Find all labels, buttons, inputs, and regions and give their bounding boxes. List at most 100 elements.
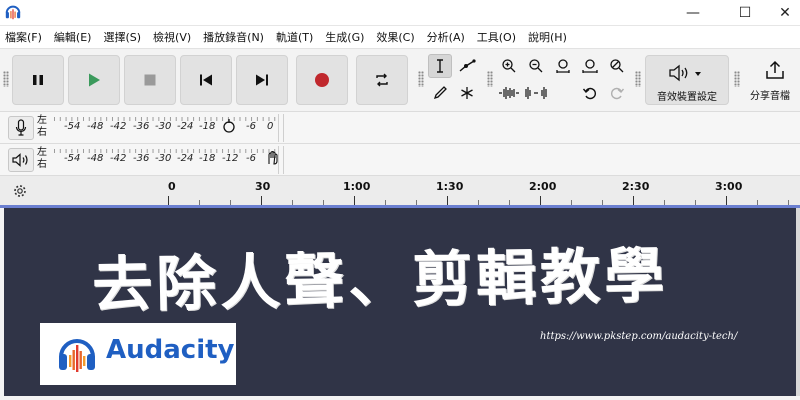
logo-text: Audacity [106,335,235,365]
playback-scale-label: -42 [110,153,127,164]
fit-project-icon [582,59,598,73]
playback-scale-label: -30 [155,153,172,164]
toolbar-grip[interactable] [635,71,641,87]
ruler-label: 2:00 [529,180,557,193]
draw-tool-icon [433,86,447,100]
banner-url: https://www.pkstep.com/audacity-tech/ [540,331,738,342]
menu-analyze[interactable]: 分析(A) [422,29,472,45]
stop-icon [144,74,156,86]
ruler-label: 2:30 [622,180,650,193]
share-audio-button[interactable]: 分享音檔 [742,55,800,105]
audio-setup-button[interactable]: 音效裝置設定 [645,55,729,105]
selection-tool-icon [437,59,443,73]
playback-scale-label: -48 [87,153,104,164]
ruler-label: 3:00 [715,180,743,193]
menu-generate[interactable]: 生成(G) [320,29,371,45]
minimize-button[interactable]: — [670,0,716,26]
audacity-logo-card: Audacity [40,323,236,385]
menu-tools[interactable]: 工具(O) [472,29,523,45]
record-scale-label: -48 [87,121,104,132]
speaker-icon [669,64,701,82]
meter-separator [278,146,284,174]
share-icon [766,60,784,79]
record-scale-label: -54 [64,121,81,132]
menu-edit[interactable]: 編輯(E) [49,29,99,45]
pause-button[interactable] [12,55,64,105]
ruler-label: 1:30 [436,180,464,193]
record-button[interactable] [296,55,348,105]
skip-to-start-button[interactable] [180,55,232,105]
loop-button[interactable] [356,55,408,105]
toolbar-grip[interactable] [3,71,9,87]
right-channel-label: 右 [37,127,47,138]
skip-to-start-icon [200,74,212,86]
record-scale-label: -6 [246,121,256,132]
record-scale-label: -30 [155,121,172,132]
selection-tool-button[interactable] [428,54,452,78]
menu-bar: 檔案(F) 編輯(E) 選擇(S) 檢視(V) 播放錄音(N) 軌道(T) 生成… [0,26,800,48]
trim-audio-button[interactable] [497,81,521,105]
skip-to-end-button[interactable] [236,55,288,105]
playback-scale-label: -18 [199,153,216,164]
tutorial-banner: 去除人聲、剪輯教學 https://www.pkstep.com/audacit… [4,208,796,396]
fit-selection-button[interactable] [551,54,575,78]
trim-icon [499,87,519,99]
record-scale-label: -42 [110,121,127,132]
playback-scale-label: -6 [246,153,256,164]
skip-to-end-icon [256,74,268,86]
toolbar-grip[interactable] [734,71,740,87]
play-button[interactable] [68,55,120,105]
playback-meter: 左 右 -54 -48 -42 -36 -30 -24 -18 -12 -6 [0,144,800,176]
fit-project-button[interactable] [578,54,602,78]
toolbar-grip[interactable] [487,71,493,87]
zoom-out-button[interactable] [524,54,548,78]
pause-icon [33,75,43,85]
redo-icon [611,87,625,100]
timeline-ruler[interactable]: 0 30 1:00 1:30 2:00 2:30 3:00 [0,176,800,206]
record-scale-label: 0 [267,121,274,132]
zoom-out-icon [529,59,543,73]
undo-icon [582,87,596,100]
vertical-scrollbar[interactable] [796,208,800,396]
record-meter-button[interactable] [8,116,34,140]
silence-audio-button[interactable] [524,81,548,105]
menu-effect[interactable]: 效果(C) [371,29,421,45]
silence-icon [525,87,547,99]
zoom-in-icon [502,59,516,73]
menu-file[interactable]: 檔案(F) [0,29,49,45]
draw-tool-button[interactable] [428,81,452,105]
playback-scale-label: -24 [177,153,194,164]
record-meter: 左 右 -54 -48 -42 -36 -30 -24 -18 -6 0 [0,112,800,144]
right-channel-label: 右 [37,159,47,170]
meter-separator [278,114,284,142]
playback-channel-labels: 左 右 [37,147,47,171]
stop-button[interactable] [124,55,176,105]
zoom-in-button[interactable] [497,54,521,78]
menu-tracks[interactable]: 軌道(T) [271,29,320,45]
record-channel-labels: 左 右 [37,115,47,139]
playback-scale-label: -12 [222,153,239,164]
envelope-tool-button[interactable] [455,54,479,78]
menu-select[interactable]: 選擇(S) [98,29,148,45]
fit-selection-icon [556,59,570,73]
menu-transport[interactable]: 播放錄音(N) [198,29,271,45]
play-icon [89,73,100,87]
loop-icon [376,73,388,87]
playback-meter-button[interactable] [8,148,34,172]
microphone-icon [15,119,27,136]
menu-help[interactable]: 說明(H) [523,29,574,45]
close-button[interactable]: ✕ [762,0,800,26]
undo-button[interactable] [578,81,602,105]
left-channel-label: 左 [37,115,47,126]
multi-tool-button[interactable] [455,81,479,105]
zoom-toggle-button[interactable] [605,54,629,78]
menu-view[interactable]: 檢視(V) [148,29,198,45]
redo-button[interactable] [605,81,629,105]
timeline-settings-button[interactable] [8,180,32,202]
title-bar: — ☐ ✕ [0,0,800,26]
toolbar-grip[interactable] [418,71,424,87]
playback-scale-label: -36 [133,153,150,164]
ruler-label: 1:00 [343,180,371,193]
record-meter-cursor-icon[interactable] [222,118,236,134]
speaker-icon [12,153,28,167]
